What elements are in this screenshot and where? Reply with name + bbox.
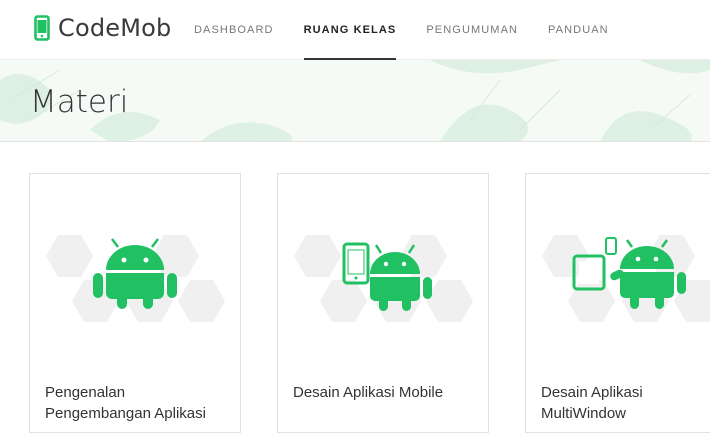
nav-item-dashboard[interactable]: DASHBOARD [194, 0, 274, 60]
nav-item-ruang-kelas[interactable]: RUANG KELAS [303, 0, 397, 60]
nav-item-panduan[interactable]: PANDUAN [548, 0, 609, 60]
nav-item-pengumuman[interactable]: PENGUMUMAN [426, 0, 518, 60]
phone-icon [342, 242, 370, 285]
course-thumbnail [46, 235, 225, 322]
small-phone-icon [605, 237, 617, 255]
brand-name: CodeMob [58, 14, 172, 42]
page-title: Materi [30, 84, 129, 120]
phone-logo-icon [34, 15, 50, 41]
main-nav: DASHBOARD RUANG KELAS PENGUMUMAN PANDUAN [194, 0, 639, 60]
brand-logo[interactable]: CodeMob [34, 14, 171, 42]
top-navbar: CodeMob DASHBOARD RUANG KELAS PENGUMUMAN… [0, 0, 710, 60]
course-thumbnail [542, 235, 710, 322]
course-card[interactable]: Pengenalan Pengembangan Aplikasi [29, 173, 241, 433]
page-header: Materi [0, 60, 710, 142]
course-card[interactable]: Desain Aplikasi Mobile [277, 173, 489, 433]
course-title: Desain Aplikasi Mobile [293, 384, 444, 401]
course-thumbnail [294, 235, 473, 322]
course-card[interactable]: Desain Aplikasi MultiWindow [525, 173, 710, 433]
